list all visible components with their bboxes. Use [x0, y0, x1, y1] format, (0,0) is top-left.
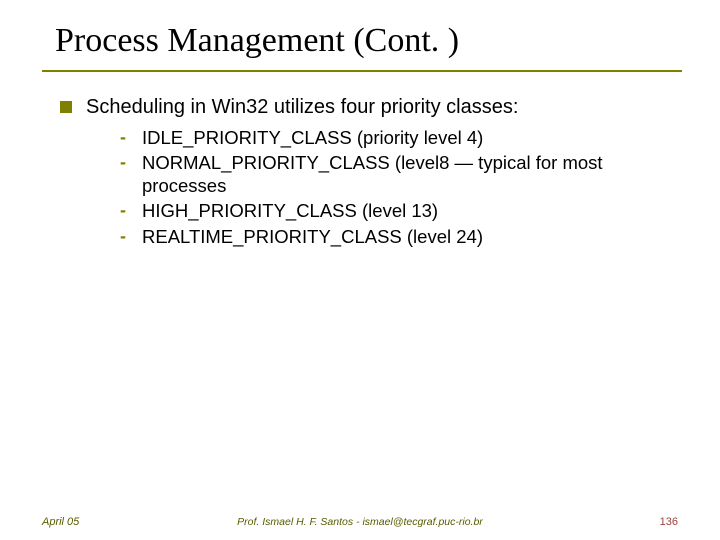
dash-icon: - — [120, 199, 126, 222]
sub-list: - IDLE_PRIORITY_CLASS (priority level 4)… — [120, 126, 680, 248]
square-bullet-icon — [60, 101, 72, 113]
sub-text: IDLE_PRIORITY_CLASS (priority level 4) — [142, 127, 483, 148]
sub-text: REALTIME_PRIORITY_CLASS (level 24) — [142, 226, 483, 247]
dash-icon: - — [120, 225, 126, 248]
slide-body: Scheduling in Win32 utilizes four priori… — [60, 95, 680, 250]
sub-text: NORMAL_PRIORITY_CLASS (level8 — typical … — [142, 152, 603, 196]
slide-title: Process Management (Cont. ) — [55, 22, 459, 60]
footer-author: Prof. Ismael H. F. Santos - ismael@tecgr… — [0, 516, 720, 528]
bullet-text: Scheduling in Win32 utilizes four priori… — [86, 96, 518, 118]
sub-bullet: - HIGH_PRIORITY_CLASS (level 13) — [120, 199, 680, 222]
footer: April 05 Prof. Ismael H. F. Santos - ism… — [0, 508, 720, 528]
sub-bullet: - NORMAL_PRIORITY_CLASS (level8 — typica… — [120, 151, 680, 197]
bullet-level1: Scheduling in Win32 utilizes four priori… — [60, 95, 680, 120]
sub-text: HIGH_PRIORITY_CLASS (level 13) — [142, 200, 438, 221]
sub-bullet: - REALTIME_PRIORITY_CLASS (level 24) — [120, 225, 680, 248]
slide: Process Management (Cont. ) Scheduling i… — [0, 0, 720, 540]
dash-icon: - — [120, 151, 126, 174]
sub-bullet: - IDLE_PRIORITY_CLASS (priority level 4) — [120, 126, 680, 149]
dash-icon: - — [120, 126, 126, 149]
footer-page-number: 136 — [660, 516, 678, 528]
title-underline — [42, 70, 682, 72]
